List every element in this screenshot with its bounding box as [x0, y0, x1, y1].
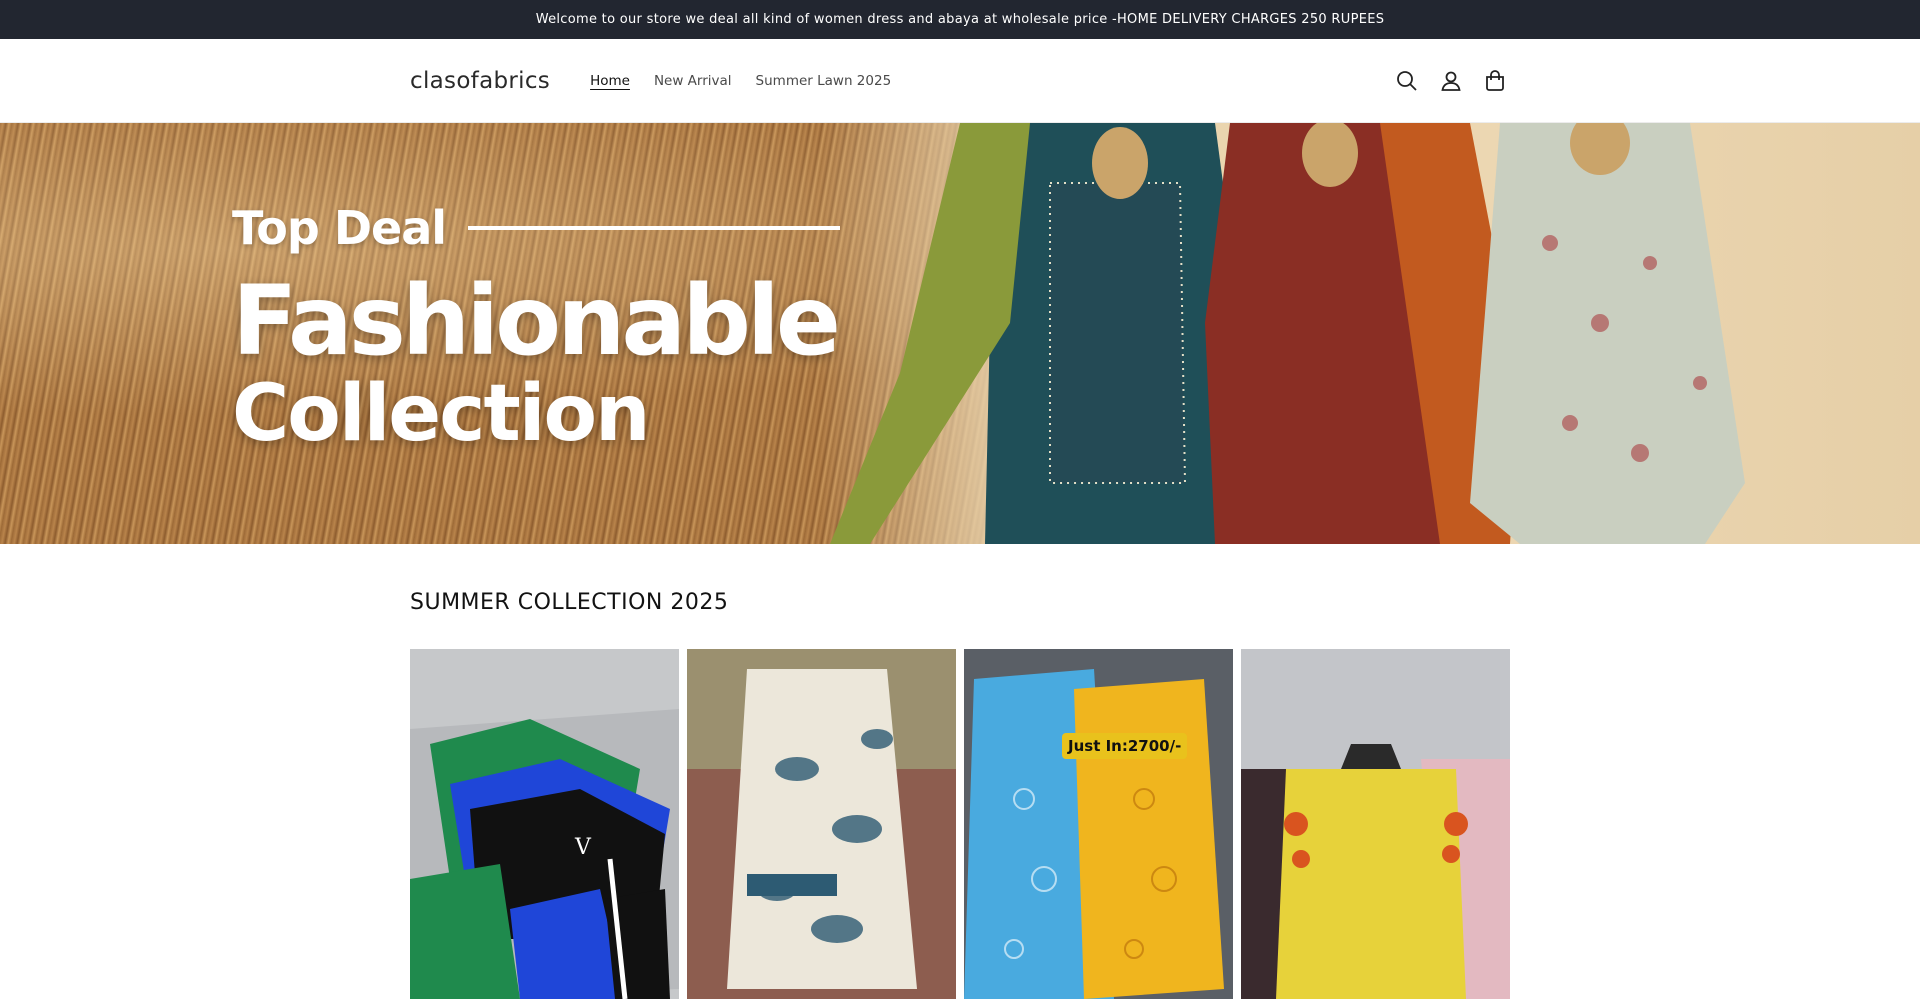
svg-text:V: V	[574, 835, 592, 860]
hero-divider	[468, 226, 841, 230]
announcement-text: Welcome to our store we deal all kind of…	[535, 12, 1385, 27]
hero-line-collection: Collection	[232, 369, 651, 459]
product-card[interactable]	[687, 649, 956, 999]
main-nav: Home New Arrival Summer Lawn 2025	[578, 73, 903, 89]
product-card[interactable]: Just In:2700/-	[964, 649, 1233, 999]
announcement-bar: Welcome to our store we deal all kind of…	[0, 0, 1920, 39]
hero-banner[interactable]: Top Deal Fashionable Collection	[0, 123, 1920, 544]
hero-headline: Top Deal Fashionable Collection	[232, 201, 841, 459]
product-grid: V Just In:2700/-	[410, 649, 1510, 999]
product-image-floral-kurta	[687, 649, 956, 999]
store-logo[interactable]: clasofabrics	[410, 68, 550, 94]
product-image-chikankari-suits	[964, 649, 1233, 999]
product-card[interactable]: V	[410, 649, 679, 999]
account-icon[interactable]	[1436, 66, 1466, 96]
nav-new-arrival[interactable]: New Arrival	[642, 73, 744, 89]
collection-section: SUMMER COLLECTION 2025	[410, 590, 1510, 615]
price-badge: Just In:2700/-	[1062, 733, 1188, 759]
search-icon[interactable]	[1392, 66, 1422, 96]
header-icons	[1392, 66, 1510, 96]
nav-summer-lawn-2025[interactable]: Summer Lawn 2025	[744, 73, 904, 89]
section-title: SUMMER COLLECTION 2025	[410, 590, 729, 615]
cart-icon[interactable]	[1480, 66, 1510, 96]
site-header: clasofabrics Home New Arrival Summer Law…	[0, 39, 1920, 123]
product-image-tracksuits: V	[410, 649, 679, 999]
product-image-yellow-kurta	[1241, 649, 1510, 999]
product-card[interactable]	[1241, 649, 1510, 999]
hero-line-top-deal: Top Deal	[232, 201, 447, 255]
hero-line-fashionable: Fashionable	[232, 265, 841, 377]
nav-home[interactable]: Home	[578, 73, 642, 89]
